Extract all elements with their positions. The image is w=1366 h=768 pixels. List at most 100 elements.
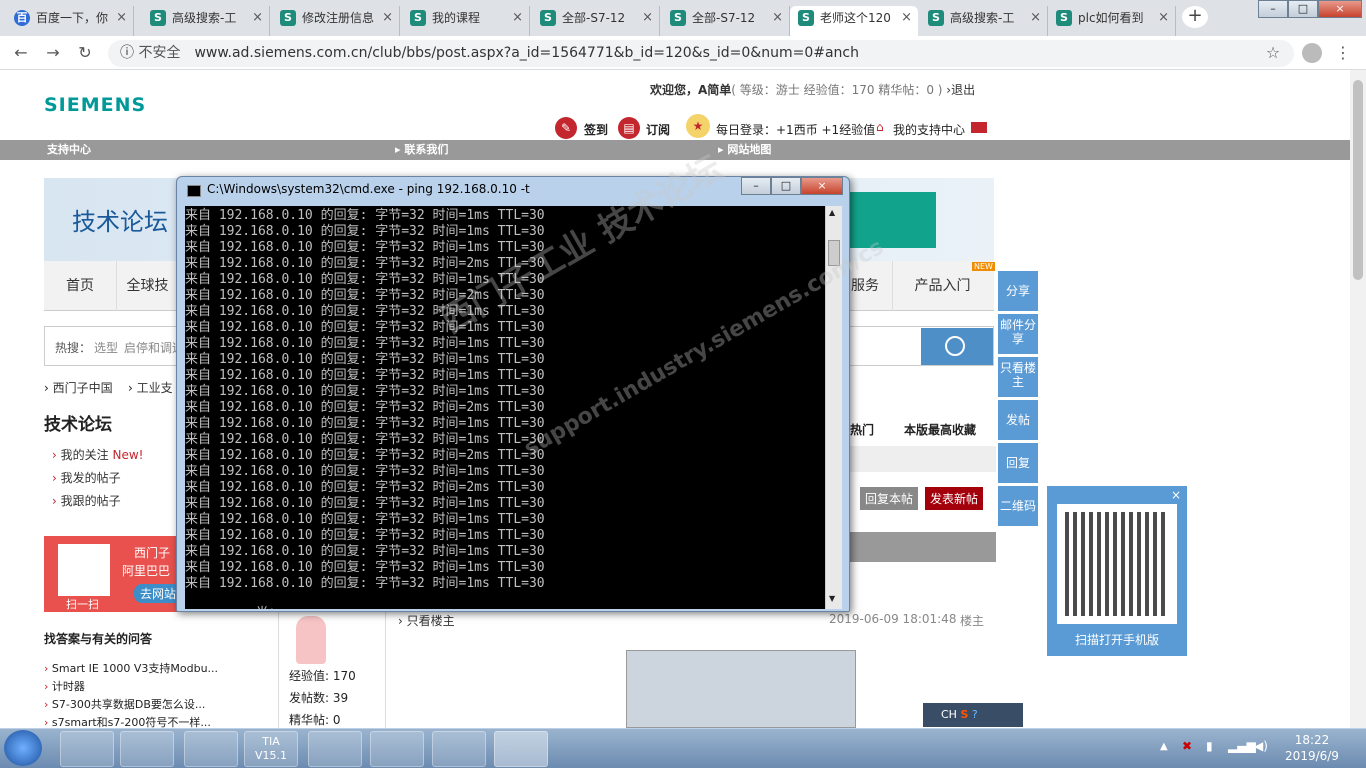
close-tab-icon[interactable]: × [1158,6,1169,30]
network-app-icon[interactable] [308,731,362,767]
tray-expand-icon[interactable]: ▲ [1160,741,1168,752]
support-center-link[interactable]: 支持中心 [47,140,91,160]
url-field[interactable]: ⓘ 不安全 www.ad.siemens.com.cn/club/bbs/post… [108,40,1294,67]
browser-tab-active[interactable]: S 老师这个120 × [790,6,918,36]
cmd-minimize-button[interactable]: – [741,177,771,195]
subscribe-icon[interactable]: ▤ [618,117,640,139]
share-button[interactable]: 分享 [998,271,1038,311]
page-scrollbar[interactable] [1350,70,1366,728]
close-tab-icon[interactable]: × [772,6,783,30]
scroll-down-icon[interactable]: ▼ [829,594,835,603]
chrome-icon[interactable] [184,731,238,767]
maximize-button[interactable]: □ [1288,0,1318,18]
siemens-logo[interactable]: SIEMENS [44,94,146,116]
support-home-icon: ⌂ [876,120,884,134]
browser-tab[interactable]: S 高级搜索-工 × [142,6,270,36]
back-icon[interactable]: ← [10,42,32,64]
explorer-icon[interactable] [60,731,114,767]
taskbar-clock[interactable]: 18:22 2019/6/9 [1282,732,1342,764]
network-error-icon[interactable]: ✖ [1182,739,1192,753]
close-window-button[interactable]: × [1318,0,1362,18]
scroll-thumb[interactable] [1353,80,1363,280]
browser-tab[interactable]: S 全部-S7-12 × [532,6,660,36]
close-tab-icon[interactable]: × [512,6,523,30]
close-tab-icon[interactable]: × [1030,6,1041,30]
checkin-icon[interactable]: ✎ [555,117,577,139]
tia-portal-icon[interactable]: TIA V15.1 [244,731,298,767]
list-item[interactable]: › Smart IE 1000 V3支持Modbu... [44,660,218,678]
new-tab-button[interactable]: + [1182,6,1208,28]
subscribe-link[interactable]: 订阅 [646,121,670,138]
info-icon[interactable]: ⓘ [120,45,138,61]
mail-share-button[interactable]: 邮件分享 [998,314,1038,354]
close-tab-icon[interactable]: × [116,6,127,30]
cmd-taskbar-icon[interactable] [494,731,548,767]
browser-tab[interactable]: S 我的课程 × [402,6,530,36]
reply-button[interactable]: 回复 [998,443,1038,483]
cmd-window[interactable]: C:\Windows\system32\cmd.exe - ping 192.1… [176,176,850,612]
volume-icon[interactable]: ◀) [1254,739,1268,753]
my-posts-link[interactable]: 我发的帖子 [61,471,121,485]
browser-tab[interactable]: 百百度一下，你 × [6,6,134,36]
only-owner-link[interactable]: › 只看楼主 [398,612,455,629]
browser-tab[interactable]: S 高级搜索-工 × [920,6,1048,36]
nav-global[interactable]: 全球技 [116,261,178,311]
reload-icon[interactable]: ↻ [74,42,96,64]
browser-tab[interactable]: S 修改注册信息 × [272,6,400,36]
close-tab-icon[interactable]: × [382,6,393,30]
forward-icon[interactable]: → [42,42,64,64]
nav-home[interactable]: 首页 [44,261,116,311]
media-player-icon[interactable] [120,731,174,767]
sogou-icon[interactable]: S [960,708,968,721]
menu-icon[interactable]: ⋮ [1332,42,1354,64]
list-item[interactable]: › S7-300共享数据DB要怎么设... [44,696,218,714]
cmd-close-button[interactable]: × [801,177,843,195]
sitemap-link[interactable]: 网站地图 [727,143,771,156]
bookmark-star-icon[interactable]: ☆ [1262,42,1284,64]
browser-tab[interactable]: Splc如何看到 × [1048,6,1176,36]
breadcrumb-link[interactable]: 工业支 [137,381,173,395]
start-button[interactable] [4,730,42,766]
my-replies-link[interactable]: 我跟的帖子 [61,494,121,508]
close-tab-icon[interactable]: × [252,6,263,30]
control-panel-icon[interactable] [432,731,486,767]
wechat-icon[interactable] [370,731,424,767]
cmd-scroll-thumb[interactable] [828,240,840,266]
search-button[interactable] [921,328,993,365]
close-tab-icon[interactable]: × [901,6,912,30]
cmd-scrollbar[interactable]: ▲ ▼ [825,206,842,609]
hot-search-item[interactable]: 选型 [94,339,118,356]
mail-icon[interactable] [971,122,987,133]
hot-search-item[interactable]: 启停和调速 [124,339,184,356]
cmd-maximize-button[interactable]: □ [771,177,801,195]
tab-hot[interactable]: 热门 [850,421,874,438]
help-icon[interactable]: ? [972,708,978,721]
minimize-button[interactable]: – [1258,0,1288,18]
my-support-link[interactable]: 我的支持中心 [893,121,965,138]
reply-post-button[interactable]: 回复本帖 [860,487,919,510]
promo-go-button[interactable]: 去网站 [134,584,183,603]
list-item[interactable]: › 计时器 [44,678,218,696]
power-icon[interactable]: ▮ [1206,739,1213,753]
close-tab-icon[interactable]: × [642,6,653,30]
browser-tab[interactable]: S 全部-S7-12 × [662,6,790,36]
qrcode-button[interactable]: 二维码 [998,486,1038,526]
post-button[interactable]: 发帖 [998,400,1038,440]
breadcrumb-link[interactable]: 西门子中国 [53,381,113,395]
scroll-up-icon[interactable]: ▲ [829,208,835,217]
checkin-link[interactable]: 签到 [584,121,608,138]
avatar[interactable] [296,616,326,664]
logout-link[interactable]: 退出 [951,83,975,97]
my-follow-link[interactable]: 我的关注 [61,448,109,462]
contact-link[interactable]: 联系我们 [404,143,448,156]
profile-avatar[interactable] [1302,43,1322,63]
new-post-button[interactable]: 发表新帖 [925,487,984,510]
signal-icon[interactable]: ▂▄▆ [1228,739,1256,753]
cmd-console-output[interactable]: 来自 192.168.0.10 的回复: 字节=32 时间=1ms TTL=30… [185,206,825,609]
only-owner-button[interactable]: 只看楼主 [998,357,1038,397]
tab-most-favorite[interactable]: 本版最高收藏 [904,421,976,438]
close-icon[interactable]: × [1171,488,1181,502]
post-screenshot-image[interactable] [626,650,856,728]
ime-lang[interactable]: CH [941,708,957,721]
ime-toolbar[interactable]: CH S ? [923,703,1023,727]
